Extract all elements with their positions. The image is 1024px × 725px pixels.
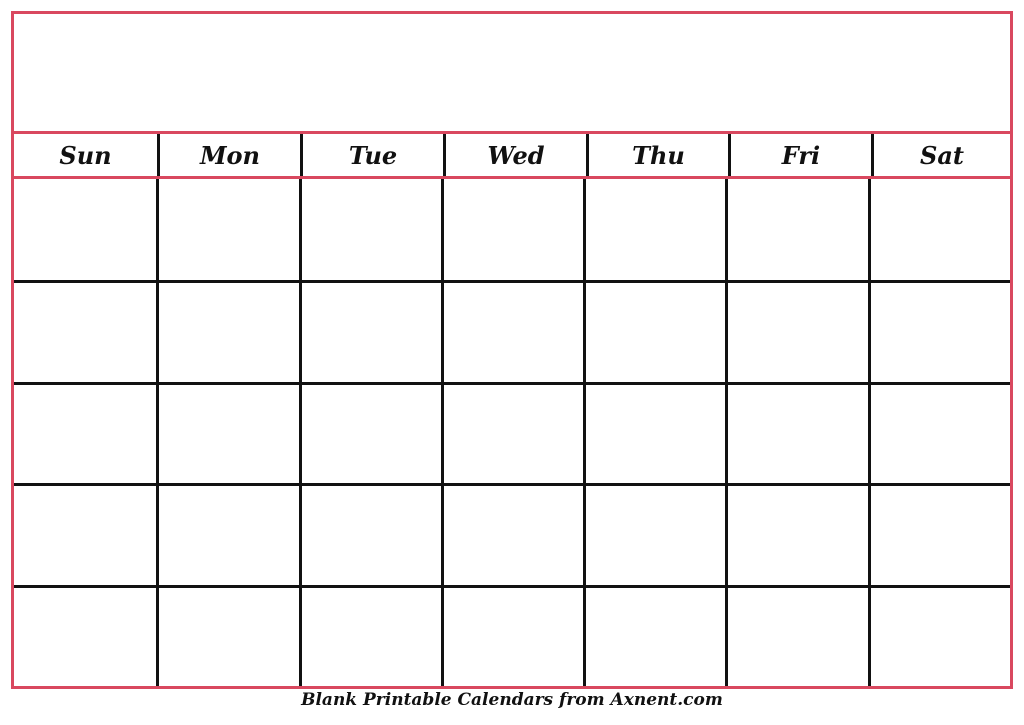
day-cell [867,483,1010,585]
day-cell [156,280,299,382]
day-cell [867,381,1010,484]
weekday-header: Sun Mon Tue Wed Thu Fri Sat [14,134,1010,179]
day-cell [440,280,584,382]
weekday-sun: Sun [59,140,112,170]
day-cell [583,381,726,484]
day-cell [440,584,584,686]
day-cell [298,179,441,281]
day-cell [867,179,1010,281]
day-cell [725,483,868,585]
calendar-frame: Sun Mon Tue Wed Thu Fri Sat [11,11,1013,689]
day-cell [583,280,726,382]
day-cell [156,381,299,484]
weekday-mon: Mon [157,134,300,176]
day-cell [725,381,868,484]
weekday-fri: Fri [728,134,871,176]
day-cell [440,483,584,585]
weekday-thu: Thu [586,134,728,176]
day-cell [725,179,867,281]
day-cell [14,483,157,584]
day-cell [583,483,726,585]
weekday-sat: Sat [871,134,1010,176]
day-cell [440,381,584,484]
weekday-tue: Tue [300,134,443,176]
weekday-wed: Wed [443,134,586,176]
day-cell [867,280,1010,382]
day-cell [14,584,157,686]
day-cell [583,179,725,281]
day-cell [298,584,441,686]
day-cell [298,483,441,585]
calendar-grid [14,179,1010,686]
day-cell [583,584,726,686]
day-cell [156,584,299,686]
day-cell [725,584,868,686]
footer-credit: Blank Printable Calendars from Axnent.co… [301,690,723,710]
day-cell [867,584,1010,686]
day-cell [440,179,583,281]
day-cell [298,280,441,382]
day-cell [156,179,298,281]
day-cell [14,179,156,280]
day-cell [14,381,157,483]
day-cell [156,483,299,585]
day-cell [725,280,868,382]
day-cell [298,381,441,484]
calendar-title-area [14,14,1010,134]
day-cell [14,280,157,381]
